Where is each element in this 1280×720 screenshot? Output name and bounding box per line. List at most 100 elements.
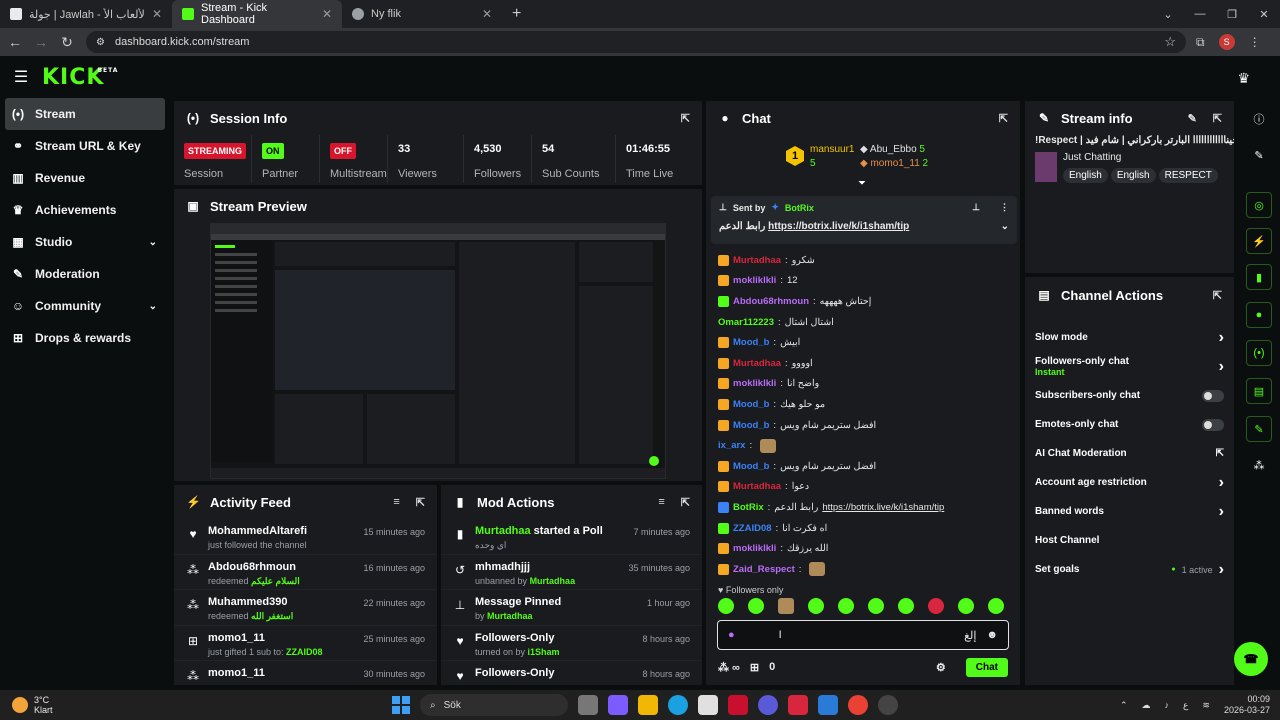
mail-icon[interactable] — [818, 695, 838, 715]
channel-action-banned-words[interactable]: Banned words › — [1025, 497, 1234, 526]
emote-icon[interactable] — [778, 598, 794, 614]
edge-icon[interactable] — [668, 695, 688, 715]
chrome-icon[interactable] — [848, 695, 868, 715]
channel-action-subscribers-only-chat[interactable]: Subscribers-only chat — [1025, 381, 1234, 410]
mod-item[interactable]: ▮ Murtadhaa started a Poll اي وحده 7 minute… — [441, 519, 702, 555]
tab-search-icon[interactable]: ⌄ — [1152, 0, 1184, 28]
emote-icon[interactable] — [898, 598, 914, 614]
mod-item[interactable]: ↺ mhmadhjjj unbanned by Murtadhaa 35 minute… — [441, 555, 702, 590]
sidebar-item-community[interactable]: ☺ Community ⌄ — [5, 290, 165, 322]
expand-pinned-icon[interactable]: ⌄ — [1001, 221, 1009, 232]
expand-icon[interactable]: ⇱ — [681, 496, 690, 509]
shield-app-icon[interactable] — [728, 695, 748, 715]
chat-username[interactable]: Mood_b — [733, 399, 769, 410]
chat-username[interactable]: Abdou68rhmoun — [733, 296, 809, 307]
infinity-points-icon[interactable]: ⁂ ∞ — [718, 661, 740, 674]
wifi-icon[interactable]: ≋ — [1202, 700, 1210, 711]
chat-username[interactable]: Omar112223 — [718, 317, 774, 328]
emote-icon[interactable] — [808, 598, 824, 614]
chat-link[interactable]: https://botrix.live/k/i1sham/tip — [822, 502, 944, 513]
channel-action-control[interactable] — [1202, 418, 1224, 431]
minimize-icon[interactable]: — — [1184, 0, 1216, 28]
chat-username[interactable]: Mood_b — [733, 461, 769, 472]
bolt-icon[interactable]: ⚡ — [1246, 228, 1272, 254]
close-tab-icon[interactable]: ✕ — [482, 7, 492, 21]
activity-item[interactable]: ♥ MohammedAltarefi just followed the chann… — [174, 519, 437, 555]
channel-action-control[interactable]: ● 1 active › — [1171, 561, 1224, 579]
mic-tray-icon[interactable]: ♪ — [1165, 700, 1170, 710]
leader-name[interactable]: mansuur1 — [810, 144, 854, 155]
browser-tab-jawlah[interactable]: جولة | Jawlah - منصة الألعاب الأ... ✕ — [0, 0, 172, 28]
toggle-switch[interactable] — [1202, 389, 1224, 402]
edit-icon[interactable]: ✎ — [1188, 112, 1197, 125]
sidebar-item-stream-url-key[interactable]: ⚭ Stream URL & Key — [5, 130, 165, 162]
expand-icon[interactable]: ⇱ — [681, 112, 690, 125]
leader-name[interactable]: ◆ momo1_11 2 — [860, 158, 928, 169]
chevron-right-icon[interactable]: › — [1219, 561, 1224, 579]
browser-menu-icon[interactable]: ⋮ — [1249, 35, 1261, 49]
collapse-leaderboard-icon[interactable]: ⏷ — [858, 178, 866, 189]
chevron-down-icon[interactable]: ⌄ — [149, 301, 157, 312]
language-icon[interactable]: ع — [1183, 700, 1188, 711]
channel-action-control[interactable] — [1202, 389, 1224, 402]
chat-username[interactable]: ix_arx — [718, 440, 745, 451]
activity-item[interactable]: ⁂ Muhammed390 redeemed استغفر الله 22 minut… — [174, 590, 437, 626]
stream-preview-video[interactable] — [210, 223, 666, 479]
channel-action-followers-only-chat[interactable]: Followers-only chat Instant › — [1025, 352, 1234, 381]
chat-username[interactable]: mokliklkli — [733, 275, 776, 286]
chat-input[interactable]: ● I إلغ ☻ — [717, 620, 1009, 650]
kick-logo[interactable]: KICK BETA — [42, 65, 117, 90]
wrench-icon[interactable]: ✎ — [1246, 416, 1272, 442]
channel-action-emotes-only-chat[interactable]: Emotes-only chat — [1025, 410, 1234, 439]
chevron-down-icon[interactable]: ⌄ — [149, 237, 157, 248]
close-tab-icon[interactable]: ✕ — [322, 7, 332, 21]
new-tab-button[interactable]: + — [502, 0, 531, 28]
emoji-icon[interactable]: ☻ — [986, 629, 998, 641]
mod-item[interactable]: ⊥ Message Pinned by Murtadhaa 1 hour ago — [441, 590, 702, 626]
forward-icon[interactable]: → — [28, 34, 54, 50]
emote-icon[interactable] — [838, 598, 854, 614]
chevron-right-icon[interactable]: › — [1219, 503, 1224, 521]
add-widget-icon[interactable]: ⁂ — [1246, 452, 1272, 478]
app-icon[interactable] — [758, 695, 778, 715]
mod-item[interactable]: ♥ Followers-Only 8 hours ago — [441, 661, 702, 685]
taskbar-search[interactable]: ⌕ Sök — [420, 694, 568, 716]
send-chat-button[interactable]: Chat — [965, 657, 1008, 677]
stream-tag[interactable]: English — [1110, 168, 1156, 183]
help-chat-fab[interactable]: ☎ — [1234, 642, 1268, 676]
settings-app-icon[interactable] — [878, 695, 898, 715]
tray-expand-icon[interactable]: ⌃ — [1120, 700, 1128, 711]
emote-icon[interactable] — [718, 598, 734, 614]
channel-action-set-goals[interactable]: Set goals ● 1 active › — [1025, 555, 1234, 584]
browser-tab-kick[interactable]: Stream - Kick Dashboard ✕ — [172, 0, 342, 28]
activity-item[interactable]: ⁂ momo1_11 30 minutes ago — [174, 661, 437, 685]
maximize-icon[interactable]: ❐ — [1216, 0, 1248, 28]
sidebar-item-drops-rewards[interactable]: ⊞ Drops & rewards — [5, 322, 165, 354]
channel-action-control[interactable]: › — [1219, 503, 1224, 521]
chat-icon[interactable]: ● — [1246, 302, 1272, 328]
filter-icon[interactable]: ≡ — [393, 496, 399, 509]
channel-action-account-age-restriction[interactable]: Account age restriction › — [1025, 468, 1234, 497]
pinned-link[interactable]: https://botrix.live/k/i1sham/tip — [768, 221, 909, 232]
mod-item[interactable]: ♥ Followers-Only turned on by i1Sham 8 hour… — [441, 626, 702, 661]
expand-icon[interactable]: ⇱ — [416, 496, 425, 509]
microphone-icon[interactable]: ● — [728, 629, 735, 641]
weather-widget[interactable]: 3°C Klart — [0, 695, 53, 715]
channel-action-control[interactable]: › — [1219, 474, 1224, 492]
file-explorer-icon[interactable] — [638, 695, 658, 715]
info-icon[interactable]: ⓘ — [1246, 106, 1272, 132]
emote-icon[interactable] — [958, 598, 974, 614]
task-view-icon[interactable] — [578, 695, 598, 715]
site-info-icon[interactable]: ⚙ — [96, 37, 105, 48]
channel-action-ai-chat-moderation[interactable]: AI Chat Moderation ⇱ — [1025, 439, 1234, 468]
expand-icon[interactable]: ⇱ — [1213, 289, 1222, 302]
feed-user[interactable]: Murtadhaa — [475, 525, 531, 537]
category-name[interactable]: Just Chatting — [1063, 152, 1221, 163]
extensions-icon[interactable]: ⧉ — [1196, 35, 1205, 50]
gift-icon[interactable]: ⊞ — [750, 661, 759, 674]
windows-start-icon[interactable] — [392, 696, 410, 714]
channel-action-control[interactable]: ⇱ — [1216, 448, 1224, 459]
external-link-icon[interactable]: ⇱ — [1216, 448, 1224, 459]
expand-icon[interactable]: ⇱ — [999, 112, 1008, 125]
broadcast-icon[interactable]: (•) — [1246, 340, 1272, 366]
